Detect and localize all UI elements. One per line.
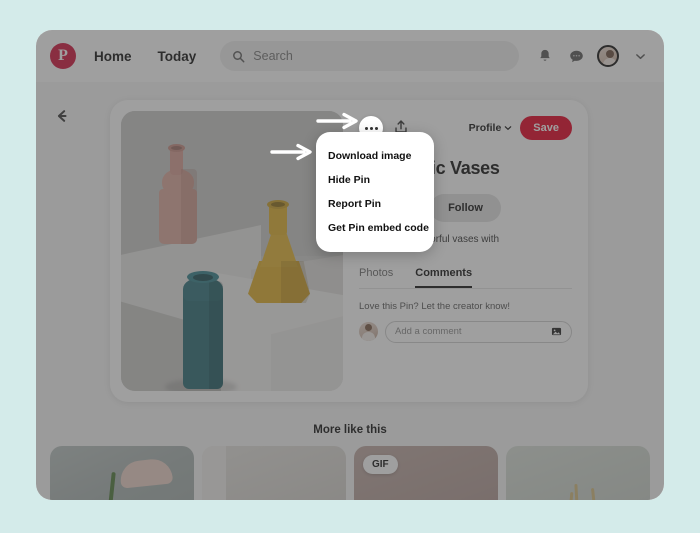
pin-options-dropdown: Download image Hide Pin Report Pin Get P…	[316, 132, 434, 252]
nav-home[interactable]: Home	[86, 44, 140, 69]
account-avatar[interactable]	[597, 45, 619, 67]
related-pin-art	[202, 446, 226, 500]
annotation-arrow-to-dropdown	[270, 141, 314, 168]
related-pin-art	[565, 491, 574, 500]
notifications-bell-icon[interactable]	[535, 46, 555, 66]
comment-composer: Add a comment	[359, 320, 572, 343]
more-like-this-grid: GIF	[50, 446, 650, 500]
profile-select[interactable]: Profile	[469, 122, 513, 134]
related-pin-art	[118, 457, 174, 489]
pinterest-logo-icon[interactable]: P	[50, 43, 76, 69]
pin-action-right: Profile Save	[469, 116, 572, 140]
image-attach-icon[interactable]	[551, 326, 562, 337]
related-pin-card[interactable]: GIF	[354, 446, 498, 500]
gif-badge: GIF	[363, 455, 398, 474]
search-placeholder: Search	[253, 49, 293, 63]
save-button[interactable]: Save	[520, 116, 572, 140]
chevron-down-icon	[505, 126, 512, 130]
comment-prompt: Love this Pin? Let the creator know!	[359, 300, 511, 312]
related-pin-card[interactable]	[50, 446, 194, 500]
screenshot-root: P Home Today Search Profile Save Vases F…	[0, 0, 700, 533]
follow-button[interactable]: Follow	[430, 193, 501, 222]
menu-item-download-image[interactable]: Download image	[316, 144, 434, 168]
comment-input[interactable]: Add a comment	[385, 320, 572, 343]
more-like-this-title: More like this	[313, 424, 387, 436]
annotation-arrow-to-more-options	[316, 110, 360, 137]
tab-photos[interactable]: Photos	[359, 267, 393, 288]
related-pin-card[interactable]	[202, 446, 346, 500]
messages-chat-icon[interactable]	[566, 46, 586, 66]
related-pin-art	[590, 488, 601, 500]
back-arrow-icon	[57, 110, 67, 122]
profile-select-label: Profile	[468, 122, 502, 134]
nav-today[interactable]: Today	[150, 44, 205, 69]
menu-item-get-pin-embed-code[interactable]: Get Pin embed code	[316, 216, 434, 240]
comment-avatar	[359, 322, 378, 342]
header-icon-group	[535, 45, 650, 67]
menu-item-hide-pin[interactable]: Hide Pin	[316, 168, 434, 192]
back-button[interactable]	[48, 102, 76, 130]
app-window: P Home Today Search Profile Save Vases F…	[36, 30, 664, 500]
related-pin-card[interactable]	[506, 446, 650, 500]
tab-comments[interactable]: Comments	[415, 267, 473, 288]
comment-placeholder: Add a comment	[395, 326, 462, 338]
pin-tabs: Photos Comments	[359, 267, 572, 289]
menu-item-report-pin[interactable]: Report Pin	[316, 192, 434, 216]
related-pin-art	[574, 483, 581, 500]
app-header: P Home Today Search	[36, 30, 664, 82]
search-icon	[233, 50, 245, 62]
related-pin-art	[104, 471, 116, 500]
chevron-down-icon[interactable]	[630, 46, 650, 66]
search-input[interactable]: Search	[220, 41, 519, 71]
